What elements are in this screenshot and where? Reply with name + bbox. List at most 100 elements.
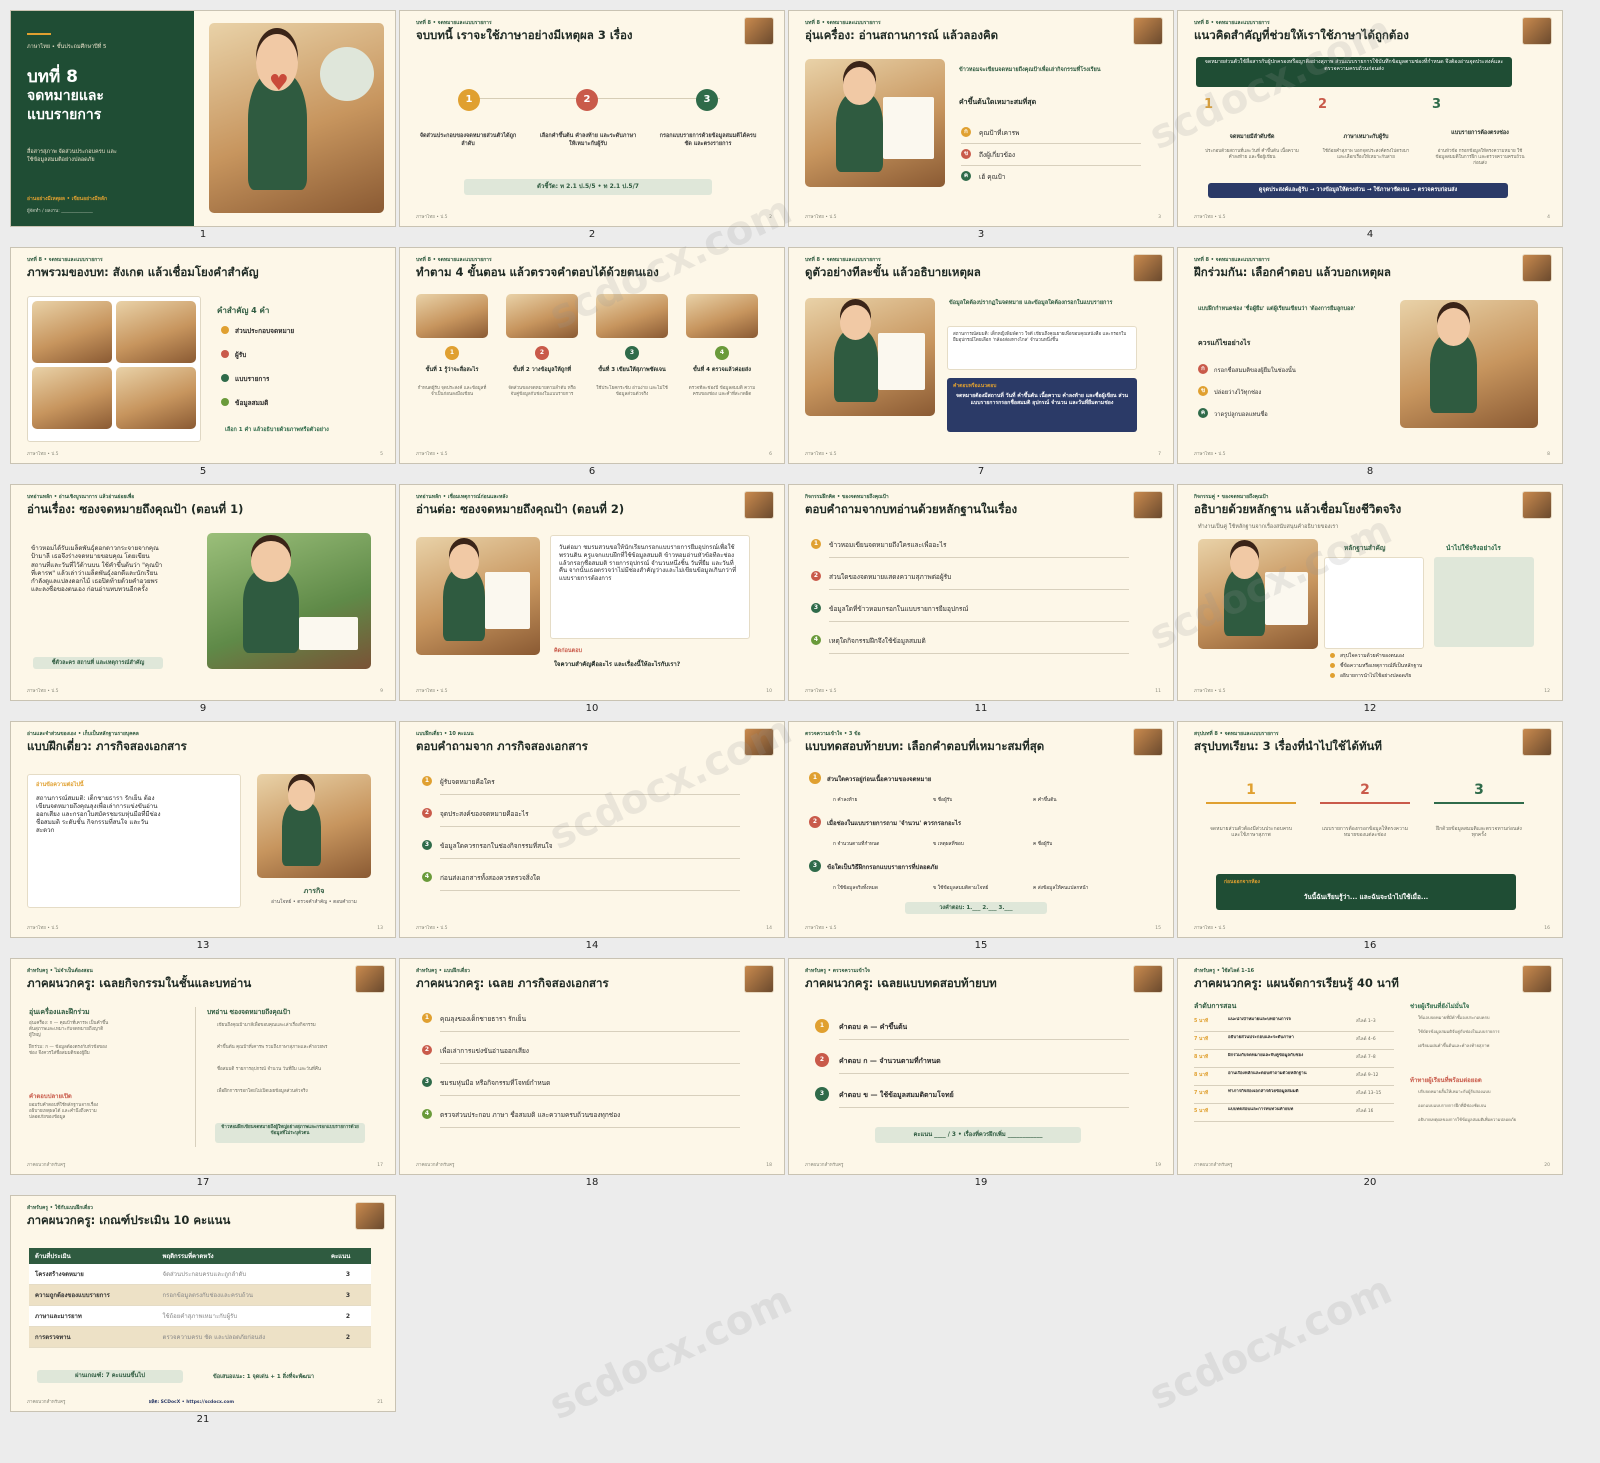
feedback-tip: ข้อเสนอแนะ: 1 จุดเด่น + 1 สิ่งที่จะพัฒนา xyxy=(213,1374,314,1380)
page-number: 12 xyxy=(1544,689,1550,694)
slide-thumbnail-6[interactable]: บทที่ 8 • จดหมายและแบบรายการ ทำตาม 4 ขั้… xyxy=(399,247,785,464)
option-text: คุณป้าที่เคารพ xyxy=(979,129,1020,137)
slide-title: ภาคผนวกครู: เฉลย ภารกิจสองเอกสาร xyxy=(416,976,609,990)
answer-strip: วงคำตอบ: 1.___ 2.___ 3.___ xyxy=(905,902,1047,914)
concept-number: 3 xyxy=(1432,97,1442,112)
slide-thumbnail-4[interactable]: บทที่ 8 • จดหมายและแบบรายการ แนวคิดสำคัญ… xyxy=(1177,10,1563,227)
answer-line xyxy=(829,653,1129,654)
step-image xyxy=(596,294,668,338)
quiz-option[interactable]: ข ชื่อผู้รับ xyxy=(933,796,952,804)
slide-kicker: บทที่ 8 • จดหมายและแบบรายการ xyxy=(27,257,103,263)
slide-thumbnail-3[interactable]: บทที่ 8 • จดหมายและแบบรายการ อุ่นเครื่อง… xyxy=(788,10,1174,227)
quiz-option[interactable]: ข เหตุผลที่ชอบ xyxy=(933,840,964,848)
slide-title: ภาคผนวกครู: เฉลยกิจกรรมในชั้นและบทอ่าน xyxy=(27,976,252,990)
practice-lead: แบบฝึกกำหนดช่อง 'ชื่อผู้ยืม' แต่ผู้เรียน… xyxy=(1198,306,1356,312)
quiz-number: 1 xyxy=(809,772,821,784)
step-text-3: กรอกแบบรายการด้วยข้อมูลสมมติได้ครบ ชัด แ… xyxy=(659,133,757,147)
slide-thumbnail-14[interactable]: แบบฝึกเดี่ยว • 10 คะแนน ตอบคำถามจาก ภารก… xyxy=(399,721,785,938)
slide-thumbnail-13[interactable]: อ่านและจำส่วนของเอง • เก็บเป็นหลักฐานราย… xyxy=(10,721,396,938)
option-marker: ข xyxy=(1198,386,1208,396)
bullet-dot xyxy=(221,398,229,406)
think-question: ใจความสำคัญคืออะไร และเรื่องนี้ให้อะไรกั… xyxy=(554,661,681,668)
page-number: 15 xyxy=(1155,926,1161,931)
option-text: กรอกชื่อสมมติของผู้ยืมในช่องนั้น xyxy=(1214,368,1296,374)
slide-thumbnail-7[interactable]: บทที่ 8 • จดหมายและแบบรายการ ดูตัวอย่างท… xyxy=(788,247,1174,464)
thumbnail-image xyxy=(1133,17,1163,45)
quiz-option[interactable]: ก คำลงท้าย xyxy=(833,796,857,804)
keyword-item: ผู้รับ xyxy=(235,351,247,359)
answer-heading: คำตอบหรือแนวตอบ xyxy=(953,383,997,389)
divider xyxy=(1194,1049,1394,1050)
slide-thumbnail-20[interactable]: สำหรับครู • ใช้สไลด์ 1–16 ภาคผนวกครู: แผ… xyxy=(1177,958,1563,1175)
option-marker: ข xyxy=(961,149,971,159)
score-cell: 3 xyxy=(324,1284,371,1306)
slide-number: 6 xyxy=(588,466,596,477)
slide-thumbnail-8[interactable]: บทที่ 8 • จดหมายและแบบรายการ ฝึกร่วมกัน:… xyxy=(1177,247,1563,464)
bullet-dot xyxy=(1330,653,1335,658)
slide-footer: ภาษาไทย • ป.5 xyxy=(416,452,448,457)
concept-heading: ภาษาเหมาะกับผู้รับ xyxy=(1343,134,1389,140)
slide-thumbnail-1[interactable]: ภาษาไทย • ชั้นประถมศึกษาปีที่ 5 บทที่ 8 … xyxy=(10,10,396,227)
quiz-option[interactable]: ค ชื่อผู้รับ xyxy=(1033,840,1052,848)
quiz-option[interactable]: ค คำขึ้นต้น xyxy=(1033,796,1057,804)
slide-kicker: อ่านและจำส่วนของเอง • เก็บเป็นหลักฐานราย… xyxy=(27,731,139,737)
slide-footer: ภาษาไทย • ป.5 xyxy=(1194,215,1226,220)
slide-thumbnail-15[interactable]: ตรวจความเข้าใจ • 3 ข้อ แบบทดสอบท้ายบท: เ… xyxy=(788,721,1174,938)
page-number: 20 xyxy=(1544,1163,1550,1168)
table-row: ภาษาและมารยาท ใช้ถ้อยคำสุภาพเหมาะกับผู้ร… xyxy=(29,1305,371,1327)
slide-kicker: แบบฝึกเดี่ยว • 10 คะแนน xyxy=(416,731,474,737)
heart-icon: ♥ xyxy=(269,71,289,96)
slide-thumbnail-17[interactable]: สำหรับครู • ไม่จำเป็นต้องสอน ภาคผนวกครู:… xyxy=(10,958,396,1175)
slide-footer: ภาษาไทย • ป.5 xyxy=(27,452,59,457)
concept-text: ประกอบด้วยสถานที่และวันที่ คำขึ้นต้น เนื… xyxy=(1205,149,1299,160)
story-body: วันต่อมา ชมรมสวนขอให้นักเรียนกรอกแบบรายก… xyxy=(550,535,750,639)
quiz-option[interactable]: ก จำนวนตามที่กำหนด xyxy=(833,840,879,848)
slide-footer: ภาคผนวกสำหรับครู xyxy=(27,1400,66,1405)
slide-thumbnail-19[interactable]: สำหรับครู • ตรวจความเข้าใจ ภาคผนวกครู: เ… xyxy=(788,958,1174,1175)
step-text-2: เลือกคำขึ้นต้น คำลงท้าย และระดับภาษาให้เ… xyxy=(539,133,637,147)
question-text: จุดประสงค์ของจดหมายคืออะไร xyxy=(440,810,529,818)
question-marker: 3 xyxy=(422,840,432,850)
divider xyxy=(961,143,1141,144)
extension-item: อธิบายเหตุผลของการใช้ข้อมูลสมมติเพื่อควา… xyxy=(1418,1117,1517,1122)
page-number: 21 xyxy=(377,1400,383,1405)
keyword-item: ส่วนประกอบจดหมาย xyxy=(235,327,295,335)
example-lead: ข้อมูลใดต้องปรากฏในจดหมาย และข้อมูลใดต้อ… xyxy=(949,300,1113,306)
slide-thumbnail-2[interactable]: บทที่ 8 • จดหมายและแบบรายการ จบบทนี้ เรา… xyxy=(399,10,785,227)
application-box[interactable] xyxy=(1434,557,1534,647)
answer-card: คำตอบหรือแนวตอบ จดหมายต้องมีสถานที่ วันท… xyxy=(947,378,1137,432)
summary-number: 1 xyxy=(1206,782,1296,804)
step-heading: ขั้นที่ 3 เขียนให้สุภาพชัดเจน xyxy=(598,367,666,373)
slide-thumbnail-16[interactable]: สรุปบทที่ 8 • จดหมายและแบบรายการ สรุปบทเ… xyxy=(1177,721,1563,938)
page-number: 5 xyxy=(380,452,383,457)
plan-activity: อ่านเรื่องหลักและตอบคำถามด้วยหลักฐาน xyxy=(1228,1071,1307,1076)
answer-text: คุณลุงของเด็กชายธารา รักเย็น xyxy=(440,1015,527,1023)
slide-thumbnail-18[interactable]: สำหรับครู • แบบฝึกเดี่ยว ภาคผนวกครู: เฉล… xyxy=(399,958,785,1175)
evidence-box[interactable] xyxy=(1324,557,1424,649)
divider xyxy=(440,1127,740,1128)
concept-text: ใช้ถ้อยคำสุภาพ บอกจุดประสงค์ตรงไปตรงมา แ… xyxy=(1322,149,1410,160)
page-number: 2 xyxy=(769,215,772,220)
slide-thumbnail-9[interactable]: บทอ่านหลัก • อ่านเชิงบูรณาการ แล้วอ่านย่… xyxy=(10,484,396,701)
slide-thumbnail-10[interactable]: บทอ่านหลัก • เชื่อมเหตุการณ์ก่อนและหลัง … xyxy=(399,484,785,701)
quiz-option[interactable]: ข ใช้ข้อมูลสมมติตามโจทย์ xyxy=(933,884,988,892)
story-body: ข้าวหอมได้รับเมล็ดพันธุ์ดอกดาวกระจายจากค… xyxy=(31,545,163,594)
option-marker: ค xyxy=(1198,408,1208,418)
open-answer-heading: คำตอบปลายเปิด xyxy=(29,1093,72,1100)
slide-thumbnail-21[interactable]: สำหรับครู • ใช้กับแบบฝึกเดี่ยว ภาคผนวกคร… xyxy=(10,1195,396,1412)
slide-thumbnail-11[interactable]: กิจกรรมฝึกคิด • ของจดหมายถึงคุณป้า ตอบคำ… xyxy=(788,484,1174,701)
slide-number: 17 xyxy=(196,1177,210,1188)
plan-minutes: 8 นาที xyxy=(1194,1055,1209,1060)
slide-number: 14 xyxy=(585,940,599,951)
slide-title: ฝึกร่วมกัน: เลือกคำตอบ แล้วบอกเหตุผล xyxy=(1194,265,1391,279)
slide-thumbnail-5[interactable]: บทที่ 8 • จดหมายและแบบรายการ ภาพรวมของบท… xyxy=(10,247,396,464)
slide-footer: ภาษาไทย • ป.5 xyxy=(416,215,448,220)
slide-thumbnail-12[interactable]: กิจกรรมคู่ • ของจดหมายถึงคุณป้า อธิบายด้… xyxy=(1177,484,1563,701)
quiz-option[interactable]: ค ส่งข้อมูลให้คนแปลกหน้า xyxy=(1033,884,1088,892)
quiz-option[interactable]: ก ใช้ข้อมูลจริงทั้งหมด xyxy=(833,884,878,892)
slide-kicker: สำหรับครู • ใช้สไลด์ 1–16 xyxy=(1194,968,1255,974)
reading-answer: เขียนถึงคุณป้ามาลีเพื่อขอบคุณและเล่าเรื่… xyxy=(217,1023,316,1028)
divider xyxy=(839,1107,1129,1108)
thumbnail-image xyxy=(1522,965,1552,993)
column-header: คะแนน xyxy=(324,1248,371,1264)
